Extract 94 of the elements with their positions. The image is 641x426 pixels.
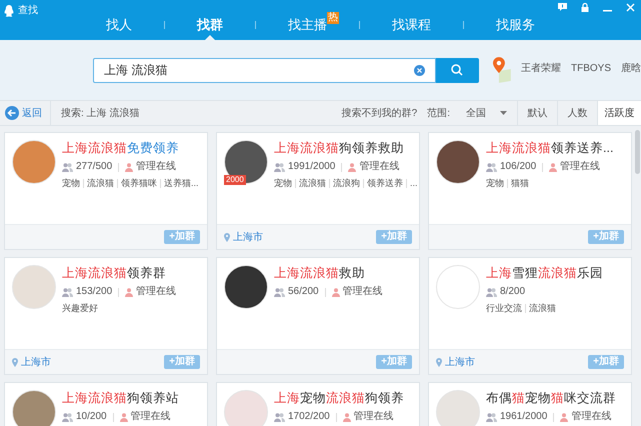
search-field[interactable]: 上海 流浪猫 [93, 58, 436, 82]
admin-status: 管理在线 [571, 410, 612, 424]
avatar-photo-placeholder [12, 140, 56, 184]
member-count: 8/200 [500, 285, 526, 299]
member-count: 277/500 [76, 160, 112, 174]
location-link[interactable]: 上海市 [445, 354, 475, 370]
avatar-photo-placeholder [224, 265, 268, 309]
search-button[interactable] [436, 58, 480, 82]
person-icon [125, 162, 134, 172]
search-query-label: 搜索: 上海 流浪猫 [61, 106, 140, 120]
members-icon [62, 412, 73, 422]
group-title[interactable]: 上海雪狸流浪猫乐园 [486, 265, 603, 282]
group-tag: 领养送养 [367, 177, 403, 190]
person-icon [560, 412, 568, 422]
group-tag: 行业交流 [486, 302, 522, 315]
clear-icon[interactable] [414, 64, 425, 76]
members-icon [274, 412, 285, 422]
hot-keyword-link[interactable]: TFBOYS [570, 60, 611, 76]
avatar-photo-placeholder [436, 265, 480, 309]
member-count: 153/200 [76, 285, 112, 299]
member-count: 1991/2000 [288, 160, 336, 174]
group-title[interactable]: 上海流浪猫救助 [274, 265, 383, 282]
hot-keyword-link[interactable]: 鹿晗 [621, 60, 641, 76]
back-link[interactable]: 返回 [0, 101, 51, 125]
group-tag: 宠物 [486, 177, 504, 190]
admin-status: 管理在线 [354, 410, 394, 424]
members-icon [486, 412, 497, 422]
back-arrow-icon [5, 106, 19, 120]
group-title[interactable]: 上海流浪猫狗领养站 [62, 390, 179, 407]
group-title[interactable]: 上海宠物流浪猫狗领养 [274, 390, 404, 407]
scrollbar-thumb[interactable] [635, 130, 640, 174]
group-title[interactable]: 上海流浪猫领养群 [62, 265, 176, 282]
lock-icon[interactable] [581, 3, 589, 12]
map-pin-icon[interactable] [493, 57, 513, 83]
admin-status: 管理在线 [560, 160, 600, 174]
members-icon [62, 288, 73, 296]
members-icon [274, 162, 285, 172]
group-tag: 兴趣爱好 [62, 302, 98, 315]
range-dropdown[interactable]: 全国 [466, 106, 517, 120]
admin-status: 管理在线 [342, 285, 383, 299]
admin-status: 管理在线 [359, 160, 400, 174]
hot-keyword-link[interactable]: 王者荣耀 [520, 60, 561, 76]
penguin-icon [4, 4, 14, 16]
group-tag: 流浪猫 [87, 177, 114, 190]
group-tag: 猫猫 [511, 177, 529, 190]
hot-badge: 热 [327, 12, 339, 24]
admin-status: 管理在线 [136, 285, 176, 299]
person-icon [342, 412, 351, 422]
location-pin-icon [436, 358, 442, 366]
group-title[interactable]: 上海流浪猫狗领养救助 [274, 140, 418, 157]
person-icon [348, 162, 356, 172]
member-count: 56/200 [288, 285, 319, 299]
group-tag: 宠物 [274, 177, 292, 190]
sort-tab[interactable]: 默认 [517, 101, 557, 125]
admin-status: 管理在线 [136, 160, 176, 174]
person-icon [125, 288, 134, 296]
members-icon [274, 288, 285, 296]
member-count: 106/200 [500, 160, 536, 174]
group-tag: 送养猫... [164, 177, 199, 190]
person-icon [332, 288, 340, 296]
location-pin-icon [12, 358, 18, 366]
group-tag: ... [410, 177, 418, 190]
range-label: 范围: [427, 106, 450, 120]
group-title[interactable]: 布偶猫宠物猫咪交流群 [486, 390, 616, 407]
member-limit-badge: 2000 [224, 175, 246, 185]
members-icon [486, 162, 497, 172]
person-icon [120, 412, 128, 422]
avatar-photo-placeholder [436, 140, 480, 184]
window-title: 查找 [18, 4, 38, 18]
group-tag: 领养猫咪 [121, 177, 157, 190]
group-title[interactable]: 上海流浪猫领养送养... [486, 140, 614, 157]
person-icon [549, 162, 558, 172]
group-tag: 流浪猫 [299, 177, 326, 190]
location-link[interactable]: 上海市 [233, 230, 263, 244]
not-found-link[interactable]: 搜索不到我的群? [342, 106, 418, 120]
search-icon [451, 64, 464, 76]
group-tag: 流浪狗 [333, 177, 360, 190]
caret-icon [500, 111, 507, 115]
admin-status: 管理在线 [130, 410, 171, 424]
location-link[interactable]: 上海市 [21, 354, 51, 370]
member-count: 1702/200 [288, 410, 330, 424]
member-count: 10/200 [76, 410, 107, 424]
group-tag: 流浪猫 [529, 302, 556, 315]
avatar-photo-placeholder [224, 140, 268, 184]
close-icon[interactable] [626, 3, 635, 12]
members-icon [62, 162, 73, 172]
sort-tab[interactable]: 活跃度 [597, 101, 641, 125]
location-pin-icon [224, 232, 230, 242]
group-tag: 宠物 [62, 177, 80, 190]
members-icon [486, 288, 497, 296]
group-title[interactable]: 上海流浪猫免费领养 [62, 140, 199, 157]
member-count: 1961/2000 [500, 410, 548, 424]
feedback-icon[interactable] [558, 3, 567, 12]
avatar-photo-placeholder [12, 265, 56, 309]
